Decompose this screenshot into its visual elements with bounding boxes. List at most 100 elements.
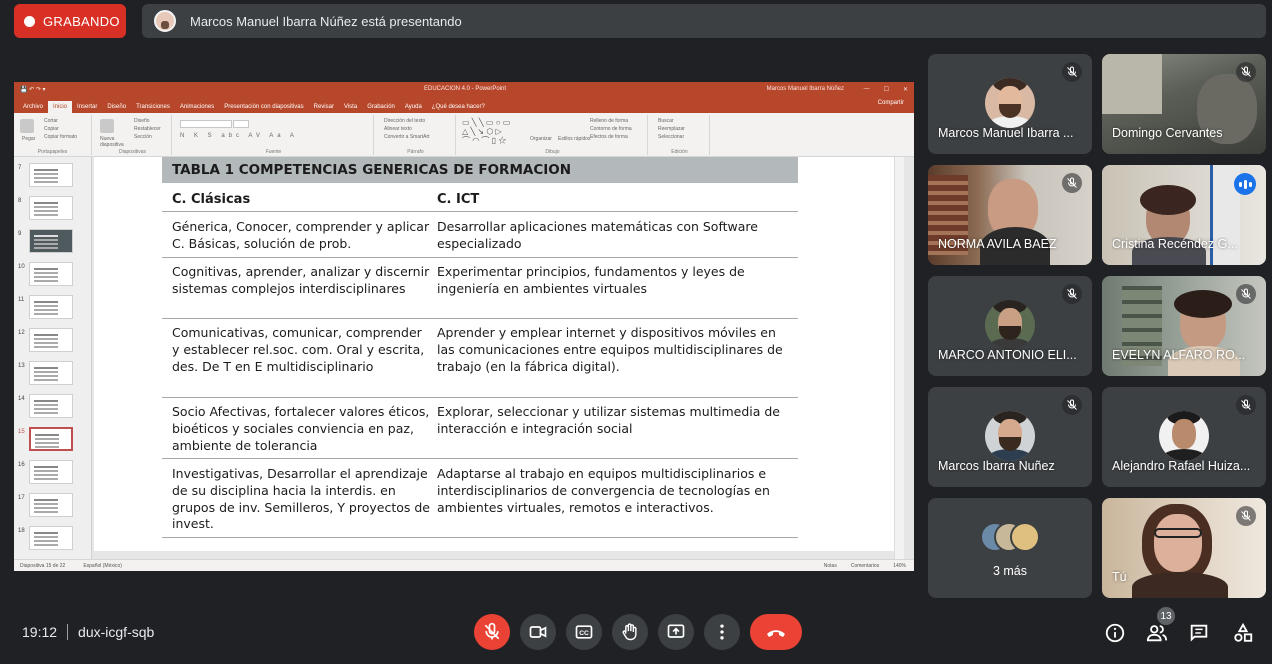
layout-button[interactable]: Diseño [134, 118, 161, 125]
participant-tile[interactable]: Marcos Ibarra Nuñez [928, 387, 1092, 487]
ppt-tell-me[interactable]: ¿Qué desea hacer? [427, 101, 490, 113]
ppt-tab-presentacion[interactable]: Presentación con diapositivas [219, 101, 308, 113]
copy-button[interactable]: Copiar [44, 126, 77, 133]
section-button[interactable]: Sección [134, 134, 161, 141]
ppt-tab-diseno[interactable]: Diseño [102, 101, 131, 113]
slide-thumbnail[interactable]: 17 [14, 493, 91, 523]
ppt-tab-animaciones[interactable]: Animaciones [175, 101, 219, 113]
bottom-bar: 19:12 dux-icgf-sqb CC [0, 600, 1272, 664]
comments-button[interactable]: Comentarios [851, 563, 879, 569]
thumbnail-number: 9 [18, 231, 22, 237]
slide-thumbnail[interactable]: 13 [14, 361, 91, 391]
videocam-icon [529, 626, 547, 638]
more-options-button[interactable] [704, 614, 740, 650]
participant-tile[interactable]: MARCO ANTONIO ELI... [928, 276, 1092, 376]
zoom-level[interactable]: 140% [893, 563, 906, 569]
slide-thumbnail[interactable]: 11 [14, 295, 91, 325]
thumbnail-image [29, 328, 73, 352]
more-participants-tile[interactable]: 3 más [928, 498, 1092, 598]
self-name: Tú [1112, 570, 1127, 584]
shapes-gallery[interactable]: ▭ ╲ ╲ ▭ ○ ▭ △ ╲ ↘ ⬡ ▷ ⌒ ◠ ⌒ ▯ ☆ [462, 118, 524, 145]
participant-tile[interactable]: Alejandro Rafael Huiza... [1102, 387, 1266, 487]
select-button[interactable]: Seleccionar [658, 134, 685, 141]
chat-button[interactable] [1186, 620, 1212, 646]
shape-effects-button[interactable]: Efectos de forma [590, 134, 632, 141]
new-slide-icon[interactable] [100, 119, 114, 133]
divider [67, 624, 69, 640]
participant-tile[interactable]: Marcos Manuel Ibarra ... [928, 54, 1092, 154]
thumbnail-number: 12 [18, 330, 25, 336]
mic-off-icon [1062, 173, 1082, 193]
slide-thumbnails-pane[interactable]: 7 8 9 10 11 12 13 14 15 16 17 18 [14, 157, 92, 559]
participant-tile[interactable]: NORMA AVILA BAEZ [928, 165, 1092, 265]
thumbnail-number: 11 [18, 297, 25, 303]
slide-thumbnail[interactable]: 16 [14, 460, 91, 490]
participant-avatar [985, 300, 1035, 350]
ppt-share-button[interactable]: Compartir [878, 100, 904, 106]
replace-button[interactable]: Reemplazar [658, 126, 685, 133]
meeting-code[interactable]: dux-icgf-sqb [78, 624, 154, 640]
vertical-scrollbar[interactable] [894, 157, 904, 559]
presenting-text: Marcos Manuel Ibarra Núñez está presenta… [190, 13, 462, 29]
language-status[interactable]: Español (México) [83, 563, 122, 569]
paste-label[interactable]: Pegar [22, 136, 35, 143]
slide-thumbnail[interactable]: 9 [14, 229, 91, 259]
window-controls[interactable]: — ☐ ✕ [864, 86, 908, 93]
font-name-box[interactable] [180, 120, 232, 128]
font-format-buttons[interactable]: N K S abc AV Aa A [180, 133, 298, 139]
activities-button[interactable] [1230, 620, 1256, 646]
find-button[interactable]: Buscar [658, 118, 685, 125]
present-now-button[interactable] [658, 614, 694, 650]
participant-name: MARCO ANTONIO ELI... [938, 348, 1077, 362]
cut-button[interactable]: Cortar [44, 118, 77, 125]
smartart-button[interactable]: Convertir a SmartArt [384, 134, 430, 141]
raise-hand-button[interactable] [612, 614, 648, 650]
leave-call-button[interactable] [750, 614, 802, 650]
ppt-tab-revisar[interactable]: Revisar [309, 101, 339, 113]
shape-fill-button[interactable]: Relleno de forma [590, 118, 632, 125]
slide-thumbnail[interactable]: 12 [14, 328, 91, 358]
ribbon-group-font: N K S abc AV Aa A Fuente [174, 115, 374, 155]
align-text-button[interactable]: Alinear texto [384, 126, 430, 133]
ppt-tab-archivo[interactable]: Archivo [18, 101, 48, 113]
paste-icon[interactable] [20, 119, 34, 133]
meeting-details-button[interactable] [1102, 620, 1128, 646]
ppt-tab-inicio[interactable]: Inicio [48, 101, 73, 113]
format-painter-button[interactable]: Copiar formato [44, 134, 77, 141]
more-vert-icon [720, 624, 724, 640]
ppt-tab-vista[interactable]: Vista [339, 101, 362, 113]
slide-thumbnail-selected[interactable]: 15 [14, 427, 91, 457]
mic-off-icon [1236, 506, 1256, 526]
new-slide-label[interactable]: Nueva diapositiva [100, 136, 132, 148]
participant-tile[interactable]: Domingo Cervantes [1102, 54, 1266, 154]
ppt-tab-grabacion[interactable]: Grabación [362, 101, 400, 113]
text-direction-button[interactable]: Dirección del texto [384, 118, 430, 125]
slide-thumbnail[interactable]: 10 [14, 262, 91, 292]
thumbnail-number: 17 [18, 495, 25, 501]
participant-name: EVELYN ALFARO RO... [1112, 348, 1246, 362]
arrange-button[interactable]: Organizar [530, 136, 552, 143]
slide-thumbnail[interactable]: 7 [14, 163, 91, 193]
mic-toggle-button[interactable] [474, 614, 510, 650]
camera-toggle-button[interactable] [520, 614, 556, 650]
slide-thumbnail[interactable]: 8 [14, 196, 91, 226]
quick-access-toolbar[interactable]: 💾 ↶ ↷ ▾ [20, 86, 46, 93]
reset-button[interactable]: Restablecer [134, 126, 161, 133]
recording-indicator[interactable]: GRABANDO [14, 4, 126, 38]
participant-tile[interactable]: EVELYN ALFARO RO... [1102, 276, 1266, 376]
slide-thumbnail[interactable]: 14 [14, 394, 91, 424]
slide[interactable]: TABLA 1 COMPETENCIAS GENERICAS DE FORMAC… [94, 157, 904, 551]
ppt-tab-ayuda[interactable]: Ayuda [400, 101, 427, 113]
participant-tile-speaking[interactable]: Cristina Recéndez G... [1102, 165, 1266, 265]
ppt-tab-insertar[interactable]: Insertar [72, 101, 102, 113]
notes-button[interactable]: Notas [824, 563, 837, 569]
captions-button[interactable]: CC [566, 614, 602, 650]
self-tile[interactable]: Tú [1102, 498, 1266, 598]
shape-outline-button[interactable]: Contorno de forma [590, 126, 632, 133]
font-size-box[interactable] [233, 120, 250, 128]
participant-count-badge: 13 [1157, 607, 1175, 625]
slide-canvas[interactable]: TABLA 1 COMPETENCIAS GENERICAS DE FORMAC… [94, 157, 904, 559]
mic-off-icon [1062, 395, 1082, 415]
slide-thumbnail[interactable]: 18 [14, 526, 91, 556]
ppt-tab-transiciones[interactable]: Transiciones [131, 101, 175, 113]
